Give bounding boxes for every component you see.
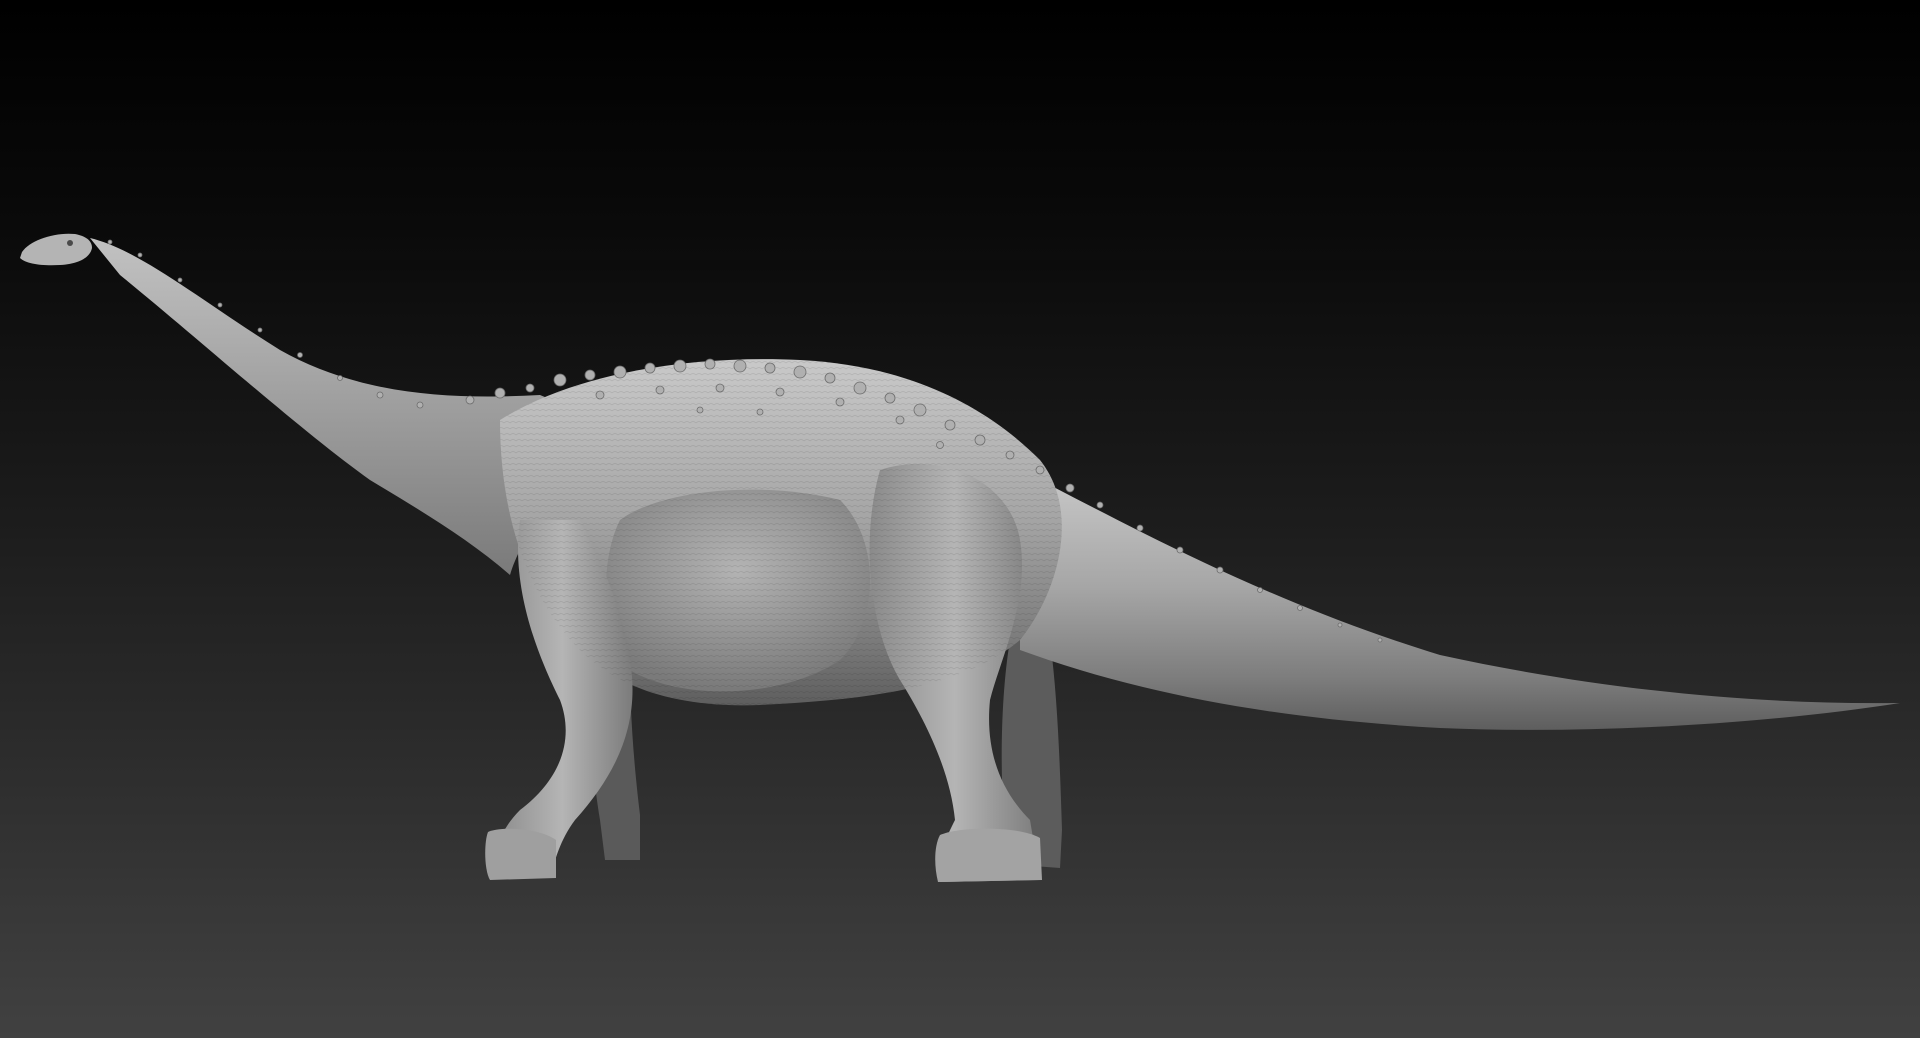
skin-texture	[500, 359, 1062, 706]
eye	[67, 240, 73, 246]
sauropod-model	[20, 233, 1900, 882]
head	[20, 233, 92, 266]
render-viewport	[0, 0, 1920, 1038]
tail	[1020, 470, 1900, 730]
